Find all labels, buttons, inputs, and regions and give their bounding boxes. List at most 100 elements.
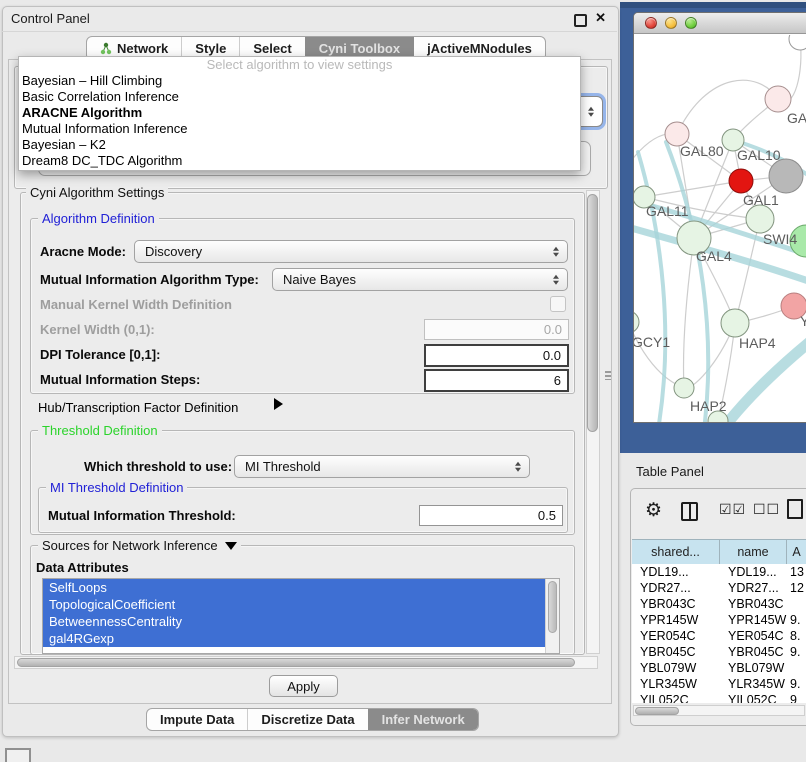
combo-arrows-icon (553, 274, 559, 285)
algorithm-option[interactable]: Dream8 DC_TDC Algorithm (19, 153, 580, 169)
network-edge[interactable] (677, 80, 778, 134)
dpi-tolerance-field[interactable]: 0.0 (424, 344, 569, 367)
tab-infer-network[interactable]: Infer Network (368, 709, 478, 730)
table-row[interactable]: YBL079WYBL079W (632, 660, 806, 676)
table-cell: 12 (787, 580, 806, 596)
settings-horizontal-scrollbar-thumb[interactable] (17, 658, 575, 667)
network-node-hap4[interactable] (721, 309, 749, 337)
minimize-traffic-light-icon[interactable] (665, 17, 677, 29)
attribute-list-item[interactable]: SelfLoops (43, 579, 546, 596)
table-row[interactable]: YBR043CYBR043C (632, 596, 806, 612)
column-header-2[interactable]: A (787, 540, 806, 564)
column-header-0[interactable]: shared... (632, 540, 720, 564)
minimized-panel-icon[interactable] (5, 748, 31, 762)
network-node-gal7[interactable] (765, 86, 791, 112)
sources-group-title[interactable]: Sources for Network Inference (38, 539, 241, 553)
manual-kernel-width-checkbox[interactable] (550, 296, 566, 312)
mi-algorithm-type-combo[interactable]: Naive Bayes (272, 268, 568, 291)
algorithm-option[interactable]: Bayesian – Hill Climbing (19, 73, 580, 89)
attribute-list-item[interactable]: TopologicalCoefficient (43, 596, 546, 613)
aracne-mode-label: Aracne Mode: (40, 244, 126, 259)
network-window-backdrop-top (620, 2, 806, 8)
select-all-icon[interactable]: ☑☑ (719, 501, 746, 518)
algorithm-option[interactable]: Basic Correlation Inference (19, 89, 580, 105)
algorithm-popup-placeholder: Select algorithm to view settings (19, 57, 580, 73)
node-label: SWI4 (763, 231, 797, 247)
table-row[interactable]: YLR345WYLR345W9. (632, 676, 806, 692)
table-cell: 13 (787, 564, 806, 580)
data-attributes-label: Data Attributes (36, 560, 129, 575)
network-canvas[interactable]: GAL7GAL80GAL10GAL1GAL11GAL4YGCY1HAP4HAP2… (634, 35, 806, 422)
network-node-hap2[interactable] (674, 378, 694, 398)
table-row[interactable]: YPR145WYPR145W9. (632, 612, 806, 628)
float-window-icon[interactable] (574, 14, 587, 27)
network-icon (100, 42, 112, 55)
table-row[interactable]: YBR045CYBR045C9. (632, 644, 806, 660)
mi-steps-field[interactable]: 6 (424, 369, 569, 392)
apply-button[interactable]: Apply (269, 675, 338, 697)
attribute-list-item[interactable]: gal4RGexp (43, 630, 546, 647)
network-edge[interactable] (634, 322, 684, 388)
table-cell: YDL19... (632, 564, 720, 580)
table-row[interactable]: YIL052CYIL052C9 (632, 692, 806, 703)
close-icon[interactable]: ✕ (595, 10, 606, 26)
kernel-width-field[interactable]: 0.0 (424, 319, 569, 340)
algorithm-definition-title: Algorithm Definition (38, 212, 159, 226)
settings-vertical-scrollbar-thumb[interactable] (587, 194, 598, 432)
table-cell: YBL079W (720, 660, 787, 676)
combo-arrows-icon (588, 106, 594, 117)
algorithm-popup-options: Bayesian – Hill ClimbingBasic Correlatio… (19, 73, 580, 169)
zoom-traffic-light-icon[interactable] (685, 17, 697, 29)
panel-divider-grip[interactable] (605, 371, 611, 380)
tab-impute-data[interactable]: Impute Data (147, 709, 247, 730)
mi-threshold-field[interactable]: 0.5 (419, 505, 563, 526)
network-window-titlebar[interactable] (634, 13, 806, 34)
node-label: Y (800, 313, 806, 329)
network-canvas-svg[interactable]: GAL7GAL80GAL10GAL1GAL11GAL4YGCY1HAP4HAP2… (634, 35, 806, 422)
table-row[interactable]: YER054CYER054C8. (632, 628, 806, 644)
table-cell: YBR043C (632, 596, 720, 612)
table-cell: YLR345W (720, 676, 787, 692)
node-label: GAL7 (787, 110, 806, 126)
table-row[interactable]: YDL19...YDL19...13 (632, 564, 806, 580)
aracne-mode-combo[interactable]: Discovery (134, 240, 568, 263)
table-cell: YLR345W (632, 676, 720, 692)
table-row[interactable]: YDR27...YDR27...12 (632, 580, 806, 596)
attribute-list-item[interactable]: BetweennessCentrality (43, 613, 546, 630)
table-horizontal-scrollbar-thumb[interactable] (635, 707, 679, 715)
network-edge[interactable] (683, 238, 694, 388)
network-node[interactable] (729, 169, 753, 193)
algorithm-option[interactable]: ARACNE Algorithm (19, 105, 580, 121)
attributes-scrollbar[interactable] (545, 579, 559, 653)
network-node-gcy1[interactable] (634, 311, 639, 333)
close-traffic-light-icon[interactable] (645, 17, 657, 29)
deselect-all-icon[interactable]: ☐☐ (753, 501, 780, 518)
dpi-tolerance-label: DPI Tolerance [0,1]: (40, 347, 160, 362)
table-cell (787, 596, 806, 612)
new-table-icon[interactable] (787, 499, 803, 519)
tab-label: Infer Network (382, 712, 465, 727)
table-cell: 9. (787, 612, 806, 628)
expand-arrow-icon[interactable] (274, 398, 283, 410)
table-cell: YIL052C (632, 692, 720, 703)
table-cell: 9. (787, 676, 806, 692)
mi-threshold-group-title: MI Threshold Definition (46, 481, 187, 495)
hub-definition-label[interactable]: Hub/Transcription Factor Definition (38, 400, 238, 415)
algorithm-option[interactable]: Mutual Information Inference (19, 121, 580, 137)
which-threshold-combo[interactable]: MI Threshold (234, 455, 530, 478)
control-panel-title: Control Panel (11, 6, 90, 31)
column-header-1[interactable]: name (720, 540, 787, 564)
network-view-window: GAL7GAL80GAL10GAL1GAL11GAL4YGCY1HAP4HAP2… (633, 12, 806, 423)
network-node[interactable] (789, 35, 806, 50)
table-cell: YBR043C (720, 596, 787, 612)
attributes-scrollbar-thumb[interactable] (548, 581, 557, 633)
column-view-icon[interactable] (681, 502, 698, 521)
aracne-mode-value: Discovery (145, 244, 202, 259)
gear-icon[interactable]: ⚙ (645, 499, 662, 522)
network-node-gal1[interactable] (746, 205, 774, 233)
tab-discretize-data[interactable]: Discretize Data (247, 709, 367, 730)
algorithm-option[interactable]: Bayesian – K2 (19, 137, 580, 153)
network-node[interactable] (769, 159, 803, 193)
network-edge[interactable] (644, 181, 741, 197)
table-cell (787, 660, 806, 676)
